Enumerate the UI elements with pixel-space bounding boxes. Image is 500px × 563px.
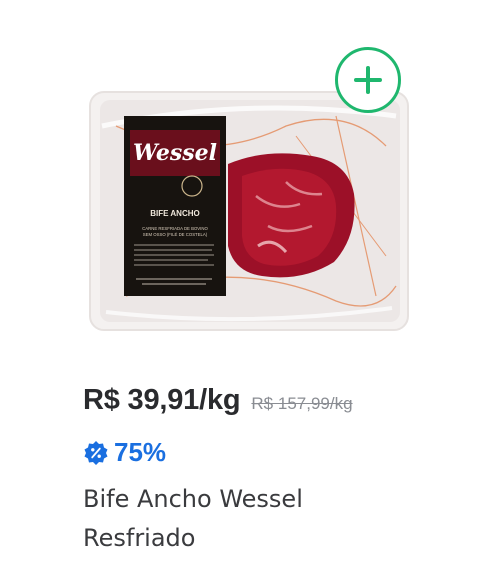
package-subtitle-2: SEM OSSO (FILÉ DE COSTELA) (143, 232, 208, 237)
package-title: BIFE ANCHO (150, 209, 199, 218)
original-price: R$ 157,99/kg (251, 394, 353, 413)
product-card[interactable]: Wessel BIFE ANCHO CARNE RESFRIADA DE BOV… (0, 0, 500, 563)
add-to-cart-button[interactable] (335, 47, 401, 113)
discount-badge: 75% (83, 437, 166, 468)
price-row: R$ 39,91/kg R$ 157,99/kg (83, 384, 353, 417)
package-brand: Wessel (133, 140, 217, 166)
product-name[interactable]: Bife Ancho Wessel Resfriado (83, 480, 383, 558)
product-image[interactable]: Wessel BIFE ANCHO CARNE RESFRIADA DE BOV… (86, 86, 412, 336)
percent-badge-icon (84, 440, 108, 465)
current-price: R$ 39,91/kg (83, 384, 241, 416)
discount-percentage: 75% (114, 437, 167, 467)
package-subtitle-1: CARNE RESFRIADA DE BOVINO (142, 226, 208, 231)
